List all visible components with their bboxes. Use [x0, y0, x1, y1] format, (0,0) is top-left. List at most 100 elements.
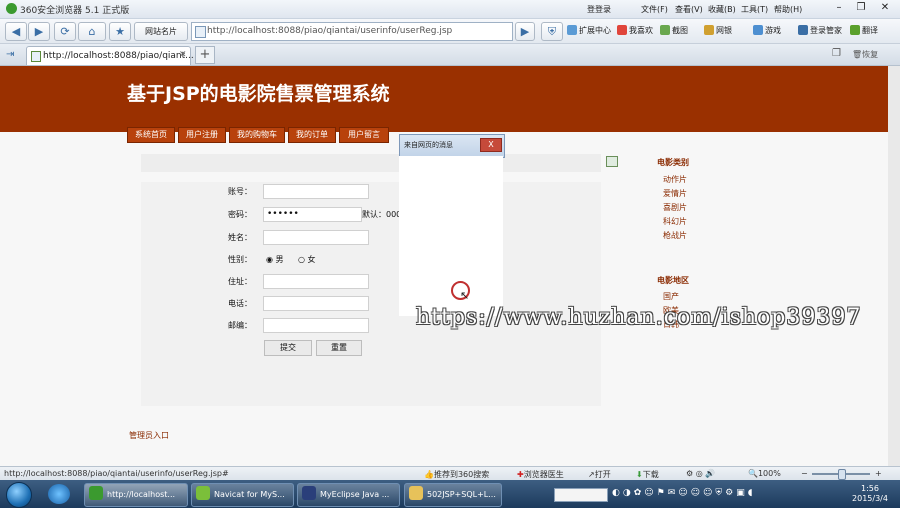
status-download[interactable]: ⬇下载 — [636, 469, 659, 480]
admin-link[interactable]: 管理员入口 — [129, 430, 169, 441]
sidebar-toggle-icon[interactable]: ⇥ — [6, 49, 14, 60]
reset-button[interactable]: 重置 — [316, 340, 362, 356]
email-input[interactable] — [263, 318, 369, 333]
site-banner: 基于JSP的电影院售票管理系统 — [0, 66, 888, 132]
start-button-icon[interactable] — [6, 482, 32, 508]
address-input[interactable] — [263, 274, 369, 289]
category-comedy[interactable]: 喜剧片 — [663, 202, 687, 213]
page-scrollbar[interactable] — [888, 66, 900, 466]
menu-login[interactable]: 登登录 — [587, 4, 611, 15]
status-icons[interactable]: ⚙ ◎ 🔊 — [686, 469, 715, 478]
toolbar-shot[interactable]: 截图 — [660, 25, 688, 36]
minimize-icon[interactable]: – — [828, 1, 850, 15]
toolbar-login-mgr[interactable]: 登录管家 — [798, 25, 842, 36]
account-label: 账号： — [228, 187, 252, 196]
tab-close-icon[interactable]: ✕ — [179, 50, 187, 60]
dialog-title: 来自网页的消息 — [404, 141, 453, 149]
browser-logo-icon — [6, 3, 17, 14]
message-dialog: 来自网页的消息 X — [399, 134, 505, 158]
dialog-close-button[interactable]: X — [480, 138, 502, 152]
browser-tab[interactable]: http://localhost:8088/piao/qiant... ✕ — [26, 46, 194, 65]
clock-time: 1:56 — [861, 484, 879, 493]
navicat-task-icon — [196, 486, 210, 500]
account-input[interactable] — [263, 184, 369, 199]
region-domestic[interactable]: 国产 — [663, 291, 679, 302]
maximize-icon[interactable]: ❐ — [850, 1, 872, 15]
ext-icon — [567, 25, 577, 35]
address-text[interactable]: http://localhost:8088/piao/qiantai/useri… — [207, 26, 452, 36]
task-navicat[interactable]: Navicat for MyS... — [191, 483, 294, 507]
nav-orders[interactable]: 我的订单 — [288, 127, 336, 143]
trash-icon: 🗑 — [852, 50, 863, 59]
mouse-pointer-icon: ↖ — [460, 289, 470, 302]
forward-arrow-icon[interactable]: ▶ — [28, 22, 50, 41]
menu-file[interactable]: 文件(F) — [641, 4, 668, 15]
scissors-icon — [660, 25, 670, 35]
home-icon[interactable]: ⌂ — [78, 22, 106, 41]
taskbar-search-box[interactable] — [554, 488, 608, 502]
task-myeclipse[interactable]: MyEclipse Java ... — [297, 483, 400, 507]
nav-cart[interactable]: 我的购物车 — [229, 127, 285, 143]
folder-task-icon — [409, 486, 423, 500]
restore-button[interactable]: 🗑恢复 — [852, 49, 878, 60]
nav-messages[interactable]: 用户留言 — [339, 127, 389, 143]
toolbar-ext[interactable]: 扩展中心 — [567, 25, 611, 36]
thumb-icon: 👍 — [424, 470, 434, 479]
gender-label: 性别： — [228, 255, 252, 264]
favorites-dropdown[interactable]: 网站名片 — [134, 22, 188, 41]
status-doctor[interactable]: ✚浏览器医生 — [517, 469, 564, 480]
category-scifi[interactable]: 科幻片 — [663, 216, 687, 227]
gender-male-radio[interactable]: ◉ 男 — [266, 254, 284, 265]
status-url: http://localhost:8088/piao/qiantai/useri… — [4, 469, 229, 478]
status-recommend[interactable]: 👍推荐到360搜索 — [424, 469, 489, 480]
address-bar[interactable]: http://localhost:8088/piao/qiantai/useri… — [191, 22, 513, 41]
open-icon: ↗ — [588, 470, 595, 479]
gender-female-radio[interactable]: ○ 女 — [298, 254, 316, 265]
menu-help[interactable]: 帮助(H) — [774, 4, 802, 15]
favorite-star-icon[interactable]: ★ — [109, 22, 131, 41]
close-window-icon[interactable]: ✕ — [874, 1, 896, 15]
zoom-out-icon[interactable]: − — [801, 469, 808, 478]
nav-home[interactable]: 系统首页 — [127, 127, 175, 143]
category-romance[interactable]: 爱情片 — [663, 188, 687, 199]
back-arrow-icon[interactable]: ◀ — [5, 22, 27, 41]
menu-tools[interactable]: 工具(T) — [741, 4, 768, 15]
browser-title: 360安全浏览器 5.1 正式版 — [20, 6, 130, 16]
page-icon — [195, 26, 206, 38]
refresh-icon[interactable]: ⟳ — [54, 22, 76, 41]
password-input[interactable]: •••••• — [263, 207, 362, 222]
menu-favorites[interactable]: 收藏(B) — [708, 4, 736, 15]
radio-checked-icon: ◉ — [266, 255, 273, 264]
zoom-level[interactable]: 🔍100% — [748, 469, 781, 478]
task-browser[interactable]: http://localhost... — [84, 483, 188, 507]
phone-input[interactable] — [263, 296, 369, 311]
toolbar-fav[interactable]: 我喜欢 — [617, 25, 653, 36]
site-title: 基于JSP的电影院售票管理系统 — [127, 83, 390, 105]
nav-register[interactable]: 用户注册 — [178, 127, 226, 143]
form-edit-icon[interactable] — [606, 156, 618, 167]
new-tab-icon[interactable]: + — [195, 46, 215, 64]
name-input[interactable] — [263, 230, 369, 245]
go-icon[interactable]: ▶ — [515, 22, 535, 41]
status-open[interactable]: ↗打开 — [588, 469, 611, 480]
category-gunfight[interactable]: 枪战片 — [663, 230, 687, 241]
tray-icons[interactable]: ◐◑✿☺⚑✉☺☺☺⛨⚙▣◖ — [612, 488, 755, 498]
email-label: 邮编： — [228, 321, 252, 330]
ie-icon[interactable] — [48, 484, 70, 504]
menu-view[interactable]: 查看(V) — [675, 4, 703, 15]
toolbar-game[interactable]: 游戏 — [753, 25, 781, 36]
tab-title: http://localhost:8088/piao/qiant... — [43, 51, 194, 61]
toolbar-translate[interactable]: 翻译 — [850, 25, 878, 36]
zoom-slider-handle[interactable] — [838, 469, 846, 480]
taskbar-clock[interactable]: 1:56 2015/3/4 — [848, 484, 892, 504]
zoom-in-icon[interactable]: + — [875, 469, 882, 478]
task-folder[interactable]: 502JSP+SQL+L... — [404, 483, 502, 507]
toolbar-netbank[interactable]: 网银 — [704, 25, 732, 36]
key-icon — [798, 25, 808, 35]
shield-icon[interactable]: ⛨ — [541, 22, 563, 41]
password-label: 密码： — [228, 210, 252, 219]
zoom-icon: 🔍 — [748, 469, 758, 478]
category-action[interactable]: 动作片 — [663, 174, 687, 185]
window-list-icon[interactable]: ❐ — [832, 48, 841, 59]
submit-button[interactable]: 提交 — [264, 340, 312, 356]
